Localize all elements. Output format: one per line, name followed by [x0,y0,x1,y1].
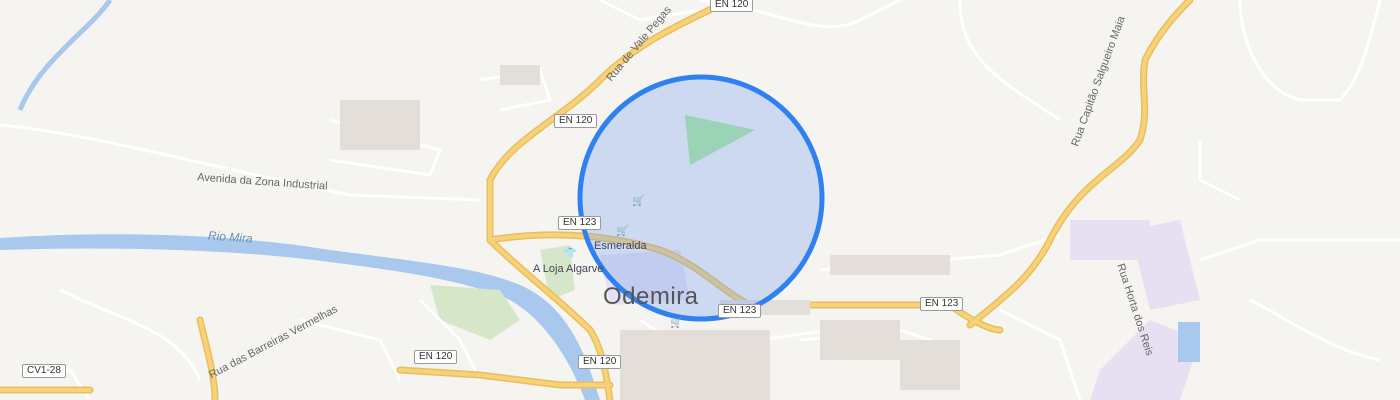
road-shield-cv1-28: CV1-28 [22,364,66,378]
road-shield-en120: EN 120 [710,0,754,12]
road-shield-en123: EN 123 [920,297,964,311]
road-shield-en120: EN 120 [578,355,622,369]
shopping-basket-icon[interactable]: 🛒 [616,226,628,238]
town-label: Odemira [603,283,699,310]
river-label: Rio Mira [207,228,254,246]
poi-label-esmeralda[interactable]: Esmeralda [594,240,647,252]
road-shield-en120: EN 120 [414,350,458,364]
road-shield-en123: EN 123 [558,216,602,230]
road-shield-en123: EN 123 [718,304,762,318]
map-canvas[interactable]: EN 120 EN 120 EN 120 EN 120 EN 123 EN 12… [0,0,1400,400]
shopping-basket-icon[interactable]: 🛒 [632,196,644,208]
poi-label-loja[interactable]: A Loja Algarve [533,263,603,275]
map-base [0,0,1400,400]
shopping-basket-icon[interactable]: 🛒 [670,318,682,330]
road-shield-en120: EN 120 [554,114,598,128]
clothing-icon[interactable]: 👕 [564,248,576,260]
